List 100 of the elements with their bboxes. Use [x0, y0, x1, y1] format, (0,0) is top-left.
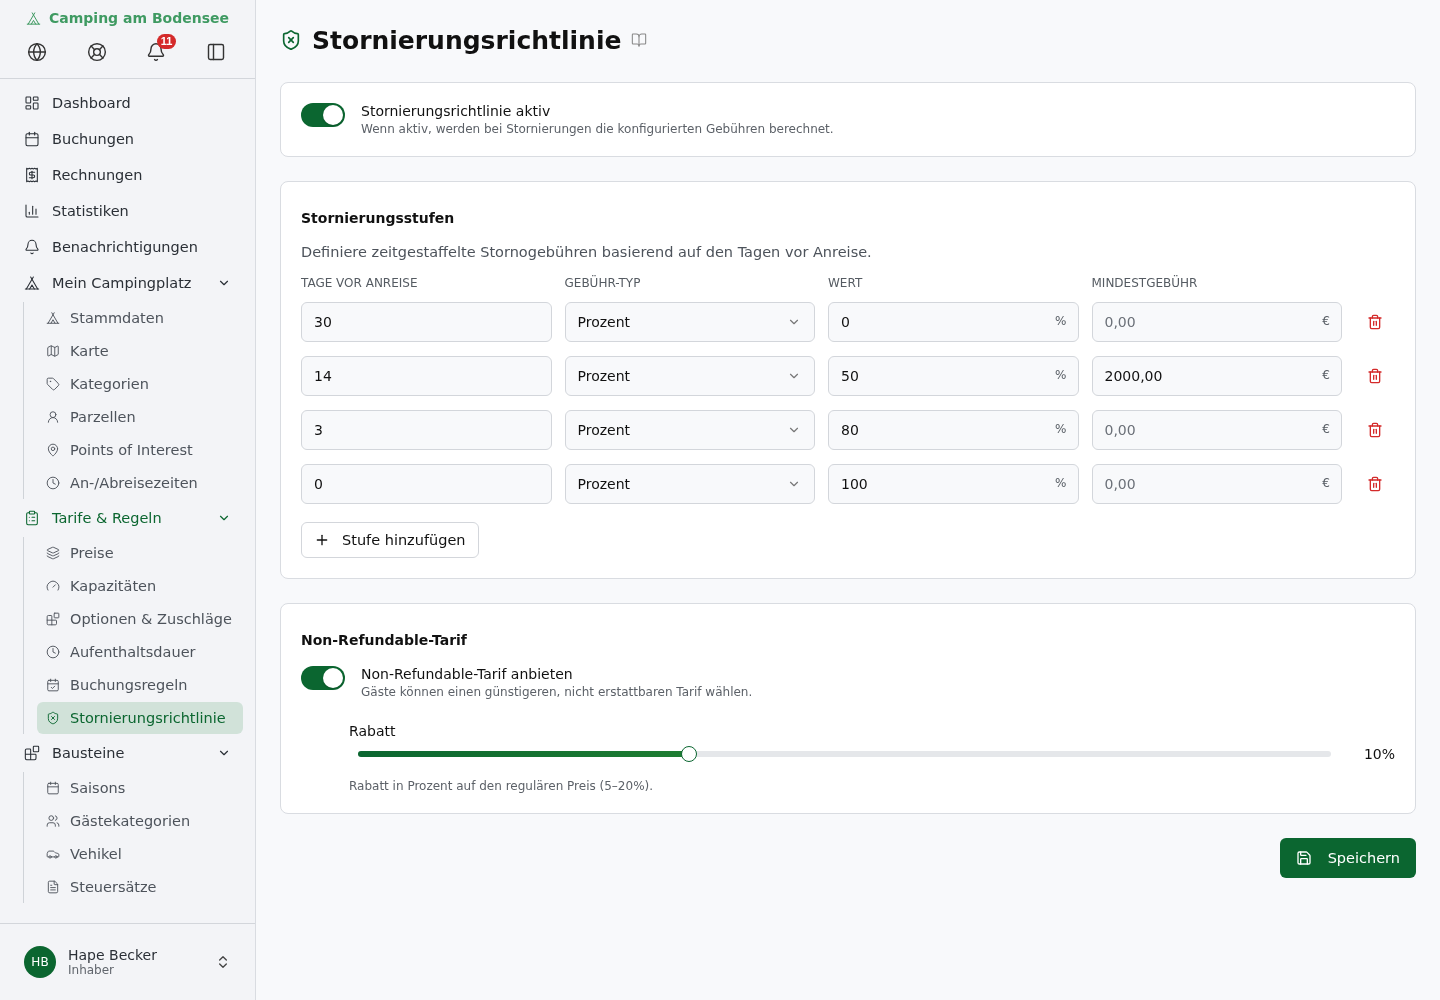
nav-subitem[interactable]: Kapazitäten [37, 570, 243, 602]
fee-type-select[interactable]: Prozent [564, 356, 815, 396]
days-field[interactable]: 30 [301, 302, 552, 342]
clock-icon [46, 645, 60, 659]
slider-thumb[interactable] [680, 746, 697, 762]
gauge-icon [46, 579, 60, 593]
tent-icon [26, 10, 41, 26]
toggle-switch[interactable] [301, 103, 345, 127]
panel-icon [206, 42, 227, 62]
nav-subitem[interactable]: An-/Abreisezeiten [37, 467, 243, 499]
column-header: TAGE VOR ANREISE [301, 276, 419, 290]
nav-subitem[interactable]: Points of Interest [37, 434, 243, 466]
nav-subitem[interactable]: Saisons [37, 772, 243, 804]
clock-icon [46, 476, 60, 490]
nav-item[interactable]: Mein Campingplatz [12, 265, 243, 301]
blocks-icon [46, 612, 60, 626]
unit-label: % [1055, 422, 1067, 436]
nav-subitem[interactable]: Optionen & Zuschläge [37, 603, 243, 635]
column-header: MINDESTGEBÜHR [1091, 276, 1199, 290]
fee-type-select[interactable]: Prozent [564, 302, 815, 342]
unit-label: % [1055, 476, 1067, 490]
toggle-label: Non-Refundable-Tarif anbieten [361, 666, 574, 682]
slider-label: Rabatt [349, 723, 397, 739]
clipboard-icon [24, 510, 40, 526]
unit-label: € [1322, 422, 1330, 436]
notification-badge: 11 [156, 34, 177, 49]
unit-label: € [1322, 314, 1330, 328]
toggle-description: Wenn aktiv, werden bei Stornierungen die konfigurierten Gebühren berechnet. [361, 122, 834, 136]
unit-label: € [1322, 368, 1330, 382]
nav-subitem[interactable]: Kategorien [37, 368, 243, 400]
nav-item[interactable]: Bausteine [12, 735, 243, 771]
plus-icon [314, 532, 330, 548]
unit-label: % [1055, 314, 1067, 328]
globe-icon [26, 42, 47, 62]
nav-subitem[interactable]: Parzellen [37, 401, 243, 433]
brand-name: Camping am Bodensee [49, 10, 229, 26]
user-icon [46, 410, 60, 424]
lifebuoy-icon [86, 42, 107, 62]
nav-item[interactable]: Buchungen [12, 121, 243, 157]
unit-label: % [1055, 368, 1067, 382]
save-icon [1295, 850, 1312, 866]
add-tier-button[interactable]: Stufe hinzufügen [301, 522, 479, 558]
map-pin-icon [46, 443, 60, 457]
layers-icon [46, 546, 60, 560]
fee-type-select[interactable]: Prozent [564, 464, 815, 504]
nav-subitem[interactable]: Aufenthaltsdauer [37, 636, 243, 668]
calendar-icon [46, 781, 60, 795]
bar-chart-icon [24, 203, 40, 219]
receipt-icon [24, 167, 40, 183]
card-title: Stornierungsstufen [301, 210, 456, 226]
fee-type-select[interactable]: Prozent [564, 410, 815, 450]
unit-label: € [1322, 476, 1330, 490]
trash-icon [1367, 476, 1383, 492]
nav-subitem[interactable]: Buchungsregeln [37, 669, 243, 701]
nav-item[interactable]: Rechnungen [12, 157, 243, 193]
user-avatar: HB [24, 946, 56, 978]
user-name: Hape Becker [68, 947, 158, 963]
slider-reading: 10% [1363, 746, 1395, 762]
nav-subitem[interactable]: Preise [37, 537, 243, 569]
nav-subitem[interactable]: Stammdaten [37, 302, 243, 334]
car-icon [46, 847, 60, 861]
toggle-switch[interactable] [301, 666, 345, 690]
dashboard-icon [24, 95, 40, 111]
nav-subitem[interactable]: Stornierungsrichtlinie [37, 702, 243, 734]
trash-icon [1367, 314, 1383, 330]
nav-item[interactable]: Statistiken [12, 193, 243, 229]
shield-icon [46, 711, 60, 725]
card-description: Definiere zeitgestaffelte Stornogebühren basierend auf den Tagen vor Anreise. [301, 244, 873, 260]
shield-icon [280, 29, 302, 51]
column-header: GEBÜHR-TYP [564, 276, 642, 290]
trash-icon [1367, 422, 1383, 438]
save-button[interactable]: Speichern [1279, 838, 1416, 878]
nav-item[interactable]: Tarife & Regeln [12, 500, 243, 536]
calendar-check-icon [46, 678, 60, 692]
document-icon [46, 880, 60, 894]
nav-item[interactable]: Dashboard [12, 85, 243, 121]
days-field[interactable]: 0 [301, 464, 552, 504]
users-icon [46, 814, 60, 828]
nav-item[interactable]: Benachrichtigungen [12, 229, 243, 265]
slider-hint: Rabatt in Prozent auf den regulären Preis (5–20%). [349, 779, 655, 793]
toggle-description: Gäste können einen günstigeren, nicht erstattbaren Tarif wählen. [361, 685, 753, 699]
nav-subitem[interactable]: Steuersätze [37, 871, 243, 903]
bell-icon [24, 239, 40, 255]
map-icon [46, 344, 60, 358]
nav-subitem[interactable]: Vehikel [37, 838, 243, 870]
days-field[interactable]: 14 [301, 356, 552, 396]
card-title: Non-Refundable-Tarif [301, 632, 468, 648]
tag-icon [46, 377, 60, 391]
page-title: Stornierungsrichtlinie [312, 25, 622, 55]
column-header: WERT [828, 276, 864, 290]
nav-subitem[interactable]: Karte [37, 335, 243, 367]
blocks-icon [24, 745, 40, 761]
nav-subitem[interactable]: Gästekategorien [37, 805, 243, 837]
user-role: Inhaber [68, 963, 116, 977]
tent-icon [46, 311, 60, 325]
calendar-icon [24, 131, 40, 147]
book-icon[interactable] [631, 32, 648, 48]
days-field[interactable]: 3 [301, 410, 552, 450]
tent-icon [24, 275, 40, 291]
notifications-button[interactable]: 11 [138, 34, 177, 68]
